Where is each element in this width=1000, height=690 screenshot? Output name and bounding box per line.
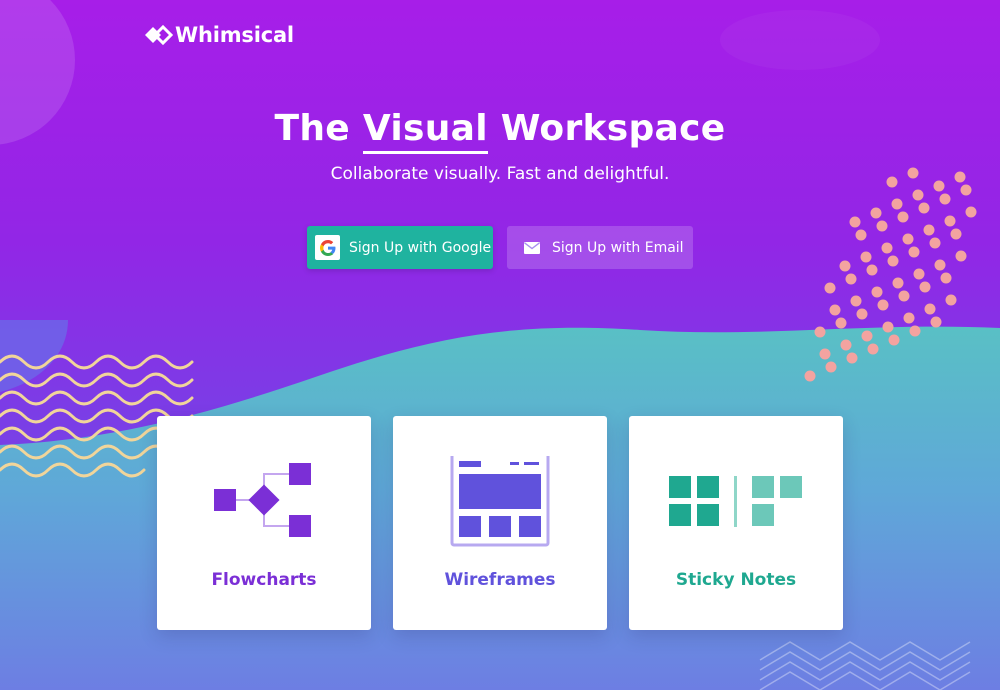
feature-label: Flowcharts <box>211 570 317 590</box>
decor-dot <box>960 184 972 196</box>
decor-dot <box>824 282 836 294</box>
decor-dot <box>840 339 852 351</box>
feature-label: Wireframes <box>444 570 556 590</box>
decor-dot <box>850 295 862 307</box>
decor-dot <box>909 325 921 337</box>
decor-dot <box>940 272 952 284</box>
decor-dot <box>929 237 941 249</box>
decor-dot <box>912 189 924 201</box>
hero-title-emphasis: Visual <box>362 108 488 154</box>
signup-email-button[interactable]: Sign Up with Email <box>507 226 693 269</box>
whimsical-logo-icon <box>145 24 173 46</box>
decor-dot <box>882 321 894 333</box>
signup-email-label: Sign Up with Email <box>552 239 684 256</box>
sticky-notes-icon <box>669 476 802 527</box>
decor-dot <box>965 206 977 218</box>
hero-subtitle: Collaborate visually. Fast and delightfu… <box>330 164 670 184</box>
decor-dot <box>876 220 888 232</box>
decor-dot <box>950 228 962 240</box>
decor-dot <box>918 202 930 214</box>
wireframe-icon <box>450 456 550 547</box>
feature-card-flowcharts[interactable]: Flowcharts <box>157 416 371 630</box>
decor-dot <box>892 277 904 289</box>
decor-dot <box>877 299 889 311</box>
decor-dot <box>939 193 951 205</box>
decor-dot <box>849 216 861 228</box>
decor-dot <box>891 198 903 210</box>
brand-logo[interactable]: Whimsical <box>143 22 294 48</box>
decor-dot <box>825 361 837 373</box>
decor-dot <box>898 290 910 302</box>
decor-dot <box>919 281 931 293</box>
decor-dot <box>804 370 816 382</box>
hero-title: The Visual Workspace <box>0 108 1000 154</box>
decor-dot <box>902 233 914 245</box>
decor-dot <box>908 246 920 258</box>
decor-dot <box>845 273 857 285</box>
brand-name: Whimsical <box>175 23 294 47</box>
decor-dot <box>866 264 878 276</box>
decor-dot <box>860 251 872 263</box>
decor-dot <box>897 211 909 223</box>
decor-dot <box>924 303 936 315</box>
decor-dot <box>855 229 867 241</box>
signup-google-label: Sign Up with Google <box>349 239 492 256</box>
feature-card-wireframes[interactable]: Wireframes <box>393 416 607 630</box>
flowchart-icon <box>214 463 311 537</box>
decor-dot <box>934 259 946 271</box>
signup-google-button[interactable]: Sign Up with Google <box>307 226 493 269</box>
feature-card-sticky-notes[interactable]: Sticky Notes <box>629 416 843 630</box>
decor-dot <box>814 326 826 338</box>
decor-dot <box>903 312 915 324</box>
decor-dot <box>846 352 858 364</box>
decor-dot <box>819 348 831 360</box>
mail-icon <box>524 241 540 254</box>
decor-dot <box>871 286 883 298</box>
decor-dot <box>923 224 935 236</box>
decor-dot <box>944 215 956 227</box>
decor-dot <box>839 260 851 272</box>
decor-dot <box>887 255 899 267</box>
decor-dot <box>888 334 900 346</box>
decor-dot <box>870 207 882 219</box>
decor-dot <box>829 304 841 316</box>
decor-dot <box>835 317 847 329</box>
feature-label: Sticky Notes <box>675 570 797 590</box>
decor-dot <box>955 250 967 262</box>
decor-dot <box>881 242 893 254</box>
decor-dot <box>945 294 957 306</box>
decor-dot <box>856 308 868 320</box>
decor-dot <box>913 268 925 280</box>
decor-dot <box>930 316 942 328</box>
decor-dot <box>861 330 873 342</box>
google-icon <box>315 235 340 260</box>
decor-dot <box>867 343 879 355</box>
